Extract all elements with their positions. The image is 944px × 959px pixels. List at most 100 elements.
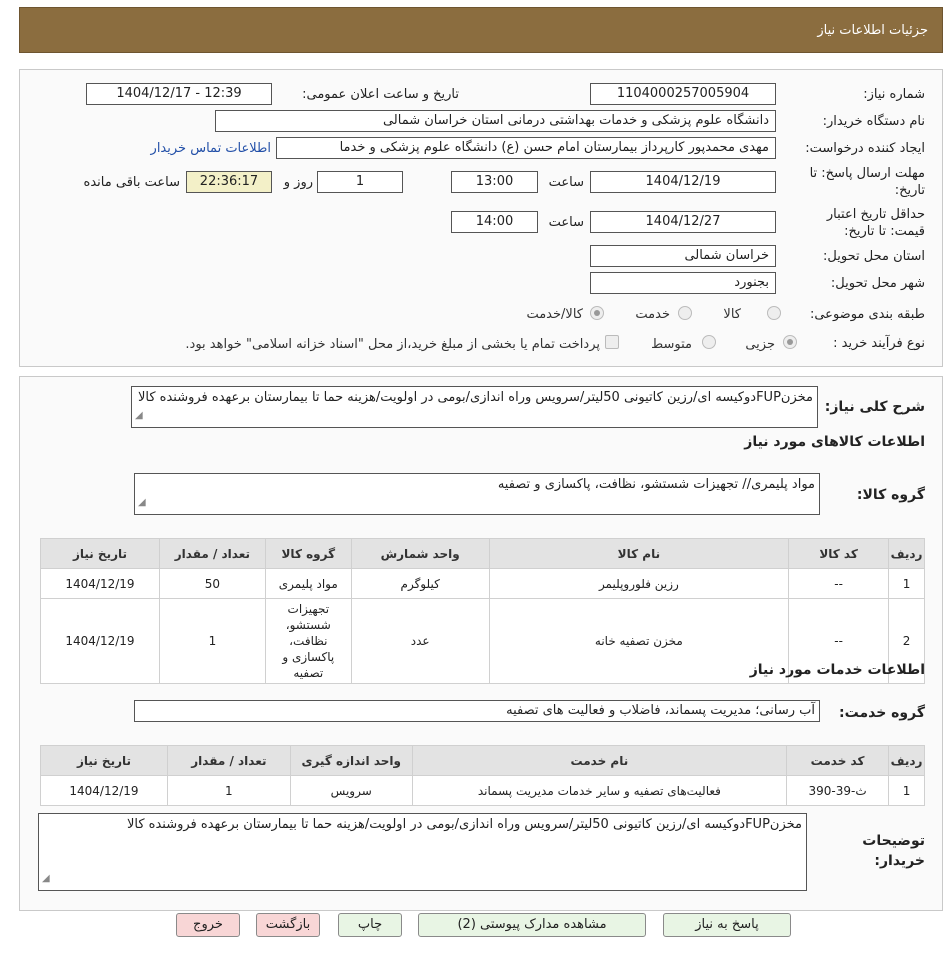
resize-grip-icon[interactable]: ◢ (138, 494, 146, 512)
category-service-label: خدمت (635, 307, 670, 322)
need-number-field[interactable]: 1104000257005904 (590, 83, 776, 105)
goods-group-text: مواد پلیمری// تجهیزات شستشو، نظافت، پاکس… (497, 477, 815, 492)
purchase-type-label: نوع فرآیند خرید : (833, 336, 925, 351)
general-desc-label: شرح کلی نیاز: (824, 399, 925, 415)
treasury-bonds-checkbox[interactable] (605, 335, 619, 349)
back-button[interactable]: بازگشت (256, 913, 320, 937)
purchase-type-medium-radio[interactable] (702, 335, 716, 349)
buyer-org-label: نام دستگاه خریدار: (822, 114, 925, 129)
province-field[interactable]: خراسان شمالی (590, 245, 776, 267)
goods-table-header: ردیف کد کالا نام کالا واحد شمارش گروه کا… (40, 538, 925, 569)
cell-row-number: 1 (888, 568, 925, 599)
goods-group-field[interactable]: مواد پلیمری// تجهیزات شستشو، نظافت، پاکس… (134, 473, 820, 515)
buyer-contact-link[interactable]: اطلاعات تماس خریدار (151, 141, 271, 156)
cell-row-number: 1 (888, 775, 925, 806)
services-table: ردیف کد خدمت نام خدمت واحد اندازه گیری ت… (40, 745, 925, 806)
deadline-time-field[interactable]: 13:00 (451, 171, 538, 193)
cell-quantity: 1 (158, 598, 266, 684)
col-service-code: کد خدمت (786, 745, 890, 776)
col-quantity: تعداد / مقدار (158, 538, 266, 569)
treasury-bonds-note: پرداخت تمام یا بخشی از مبلغ خرید،از محل … (185, 337, 600, 352)
validity-date-field[interactable]: 1404/12/27 (590, 211, 776, 233)
col-row-number: ردیف (888, 538, 925, 569)
services-table-header: ردیف کد خدمت نام خدمت واحد اندازه گیری ت… (40, 745, 925, 776)
buyer-notes-field[interactable]: مخزنFUPدوکیسه ای/رزین کاتیونی 50لیتر/سرو… (38, 813, 807, 891)
cell-goods-group: مواد پلیمری (264, 568, 352, 599)
cell-need-date: 1404/12/19 (40, 775, 168, 806)
city-label: شهر محل تحویل: (830, 276, 925, 291)
resize-grip-icon[interactable]: ◢ (42, 870, 50, 888)
category-service-radio[interactable] (678, 306, 692, 320)
page-title: جزئیات اطلاعات نیاز (817, 23, 928, 38)
category-goods-label: کالا (723, 307, 741, 322)
category-label: طبقه بندی موضوعی: (809, 307, 925, 322)
cell-service-name: فعالیت‌های تصفیه و سایر خدمات مدیریت پسم… (411, 775, 788, 806)
col-unit: واحد شمارش (350, 538, 490, 569)
announce-date-label: تاریخ و ساعت اعلان عمومی: (302, 87, 459, 102)
cell-need-date: 1404/12/19 (40, 598, 160, 684)
services-group-label: گروه خدمت: (839, 705, 925, 721)
province-label: استان محل تحویل: (823, 249, 925, 264)
col-service-name: نام خدمت (411, 745, 788, 776)
goods-section-title: اطلاعات کالاهای مورد نیاز (744, 434, 925, 450)
days-remaining-field[interactable]: 1 (317, 171, 403, 193)
buyer-notes-text: مخزنFUPدوکیسه ای/رزین کاتیونی 50لیتر/سرو… (126, 817, 802, 832)
table-row: 1 -- رزین فلوروپلیمر کیلوگرم مواد پلیمری… (40, 568, 925, 599)
buyer-notes-label-line2: خریدار: (874, 853, 925, 869)
cell-service-code: ث-39-390 (786, 775, 890, 806)
services-group-field[interactable]: آب رسانی؛ مدیریت پسماند، فاضلاب و فعالیت… (134, 700, 820, 722)
validity-label-line2: قیمت: تا تاریخ: (844, 224, 925, 239)
cell-quantity: 1 (166, 775, 291, 806)
deadline-date-field[interactable]: 1404/12/19 (590, 171, 776, 193)
requester-field[interactable]: مهدی محمدپور کارپرداز بیمارستان امام حسن… (276, 137, 776, 159)
remaining-time-field[interactable]: 22:36:17 (186, 171, 272, 193)
exit-button[interactable]: خروج (176, 913, 240, 937)
print-button[interactable]: چاپ (338, 913, 402, 937)
respond-button[interactable]: پاسخ به نیاز (663, 913, 791, 937)
general-desc-text: مخزنFUPدوکیسه ای/رزین کاتیونی 50لیتر/سرو… (137, 390, 813, 405)
buyer-notes-label-line1: توضیحات (862, 833, 925, 849)
purchase-type-medium-label: متوسط (651, 337, 692, 352)
cell-goods-name: مخزن تصفیه خانه (488, 598, 790, 684)
goods-group-label: گروه کالا: (856, 487, 925, 503)
view-attachments-button[interactable]: مشاهده مدارک پیوستی (2) (418, 913, 646, 937)
col-need-date: تاریخ نیاز (40, 538, 160, 569)
validity-label-line1: حداقل تاریخ اعتبار (826, 207, 925, 222)
page-header: جزئیات اطلاعات نیاز (19, 7, 943, 53)
cell-unit: کیلوگرم (350, 568, 490, 599)
col-goods-code: کد کالا (788, 538, 890, 569)
deadline-label-line1: مهلت ارسال پاسخ: تا (809, 166, 925, 181)
cell-quantity: 50 (158, 568, 266, 599)
deadline-time-label: ساعت (548, 175, 584, 190)
deadline-label-line2: تاریخ: (894, 183, 925, 198)
col-row-number: ردیف (888, 745, 925, 776)
category-goods-radio[interactable] (767, 306, 781, 320)
need-number-label: شماره نیاز: (863, 87, 925, 102)
table-row: 1 ث-39-390 فعالیت‌های تصفیه و سایر خدمات… (40, 775, 925, 806)
purchase-type-minor-label: جزیی (745, 337, 775, 352)
cell-goods-code: -- (788, 568, 890, 599)
announce-date-field[interactable]: 1404/12/17 - 12:39 (86, 83, 272, 105)
general-desc-field[interactable]: مخزنFUPدوکیسه ای/رزین کاتیونی 50لیتر/سرو… (131, 386, 818, 428)
remaining-time-label: ساعت باقی مانده (83, 175, 180, 190)
col-need-date: تاریخ نیاز (40, 745, 168, 776)
category-goods-service-radio[interactable] (590, 306, 604, 320)
col-measure-unit: واحد اندازه گیری (289, 745, 413, 776)
validity-time-label: ساعت (548, 215, 584, 230)
buyer-org-field[interactable]: دانشگاه علوم پزشکی و خدمات بهداشتی درمان… (215, 110, 776, 132)
col-quantity: تعداد / مقدار (166, 745, 291, 776)
validity-time-field[interactable]: 14:00 (451, 211, 538, 233)
services-section-title: اطلاعات خدمات مورد نیاز (749, 662, 925, 678)
cell-need-date: 1404/12/19 (40, 568, 160, 599)
cell-goods-group: تجهیزات شستشو، نظافت، پاکسازی و تصفیه (264, 598, 352, 684)
purchase-type-minor-radio[interactable] (783, 335, 797, 349)
cell-goods-name: رزین فلوروپلیمر (488, 568, 790, 599)
col-goods-group: گروه کالا (264, 538, 352, 569)
city-field[interactable]: بجنورد (590, 272, 776, 294)
cell-measure-unit: سرویس (289, 775, 413, 806)
col-goods-name: نام کالا (488, 538, 790, 569)
cell-unit: عدد (350, 598, 490, 684)
category-goods-service-label: کالا/خدمت (526, 307, 583, 322)
resize-grip-icon[interactable]: ◢ (135, 407, 143, 425)
days-label: روز و (283, 175, 313, 190)
